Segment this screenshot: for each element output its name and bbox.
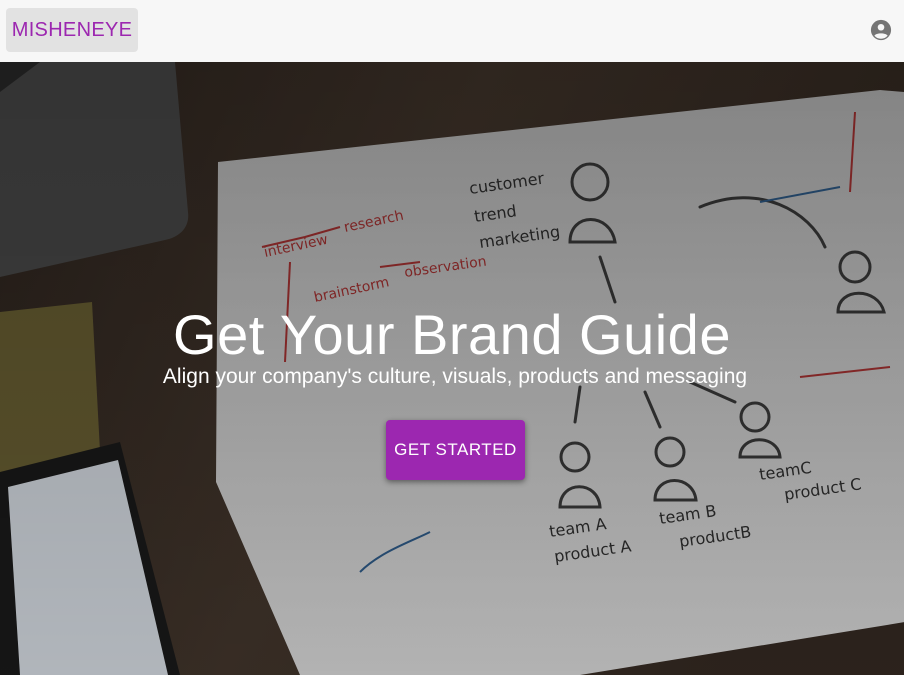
brand-logo[interactable]: MISHENEYE <box>6 8 138 52</box>
get-started-button[interactable]: GET STARTED <box>386 420 525 480</box>
app-bar: MISHENEYE <box>0 0 904 62</box>
hero-subtitle: Align your company's culture, visuals, p… <box>162 365 748 388</box>
hero-title: Get Your Brand Guide <box>173 303 731 366</box>
hero-section: customer trend marketing team A team B t… <box>0 62 904 675</box>
account-button[interactable] <box>870 19 892 41</box>
account-circle-icon <box>870 19 892 41</box>
